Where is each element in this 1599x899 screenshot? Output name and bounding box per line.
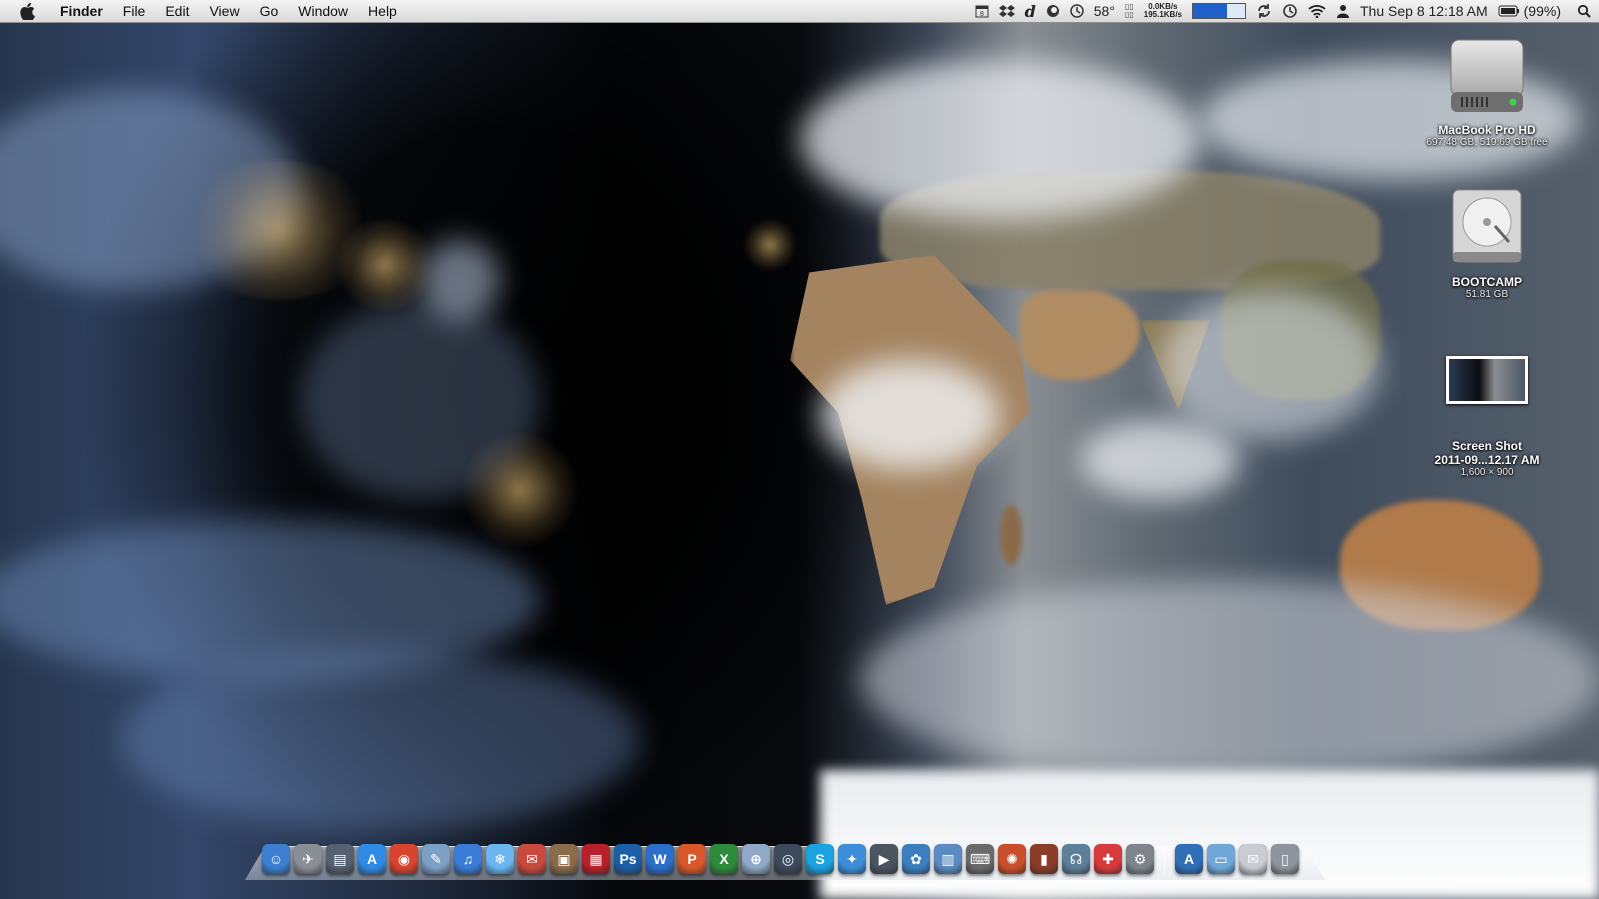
screenshot-thumbnail-icon xyxy=(1446,356,1528,404)
menu-file[interactable]: File xyxy=(113,0,156,22)
battery-status[interactable]: (99%) xyxy=(1498,0,1561,22)
chrome-icon[interactable]: ◉ xyxy=(390,844,418,874)
excel-icon[interactable]: X xyxy=(710,844,738,874)
library-icon[interactable]: ▮ xyxy=(1030,844,1058,874)
safari-icon[interactable]: ⊕ xyxy=(742,844,770,874)
menu-go[interactable]: Go xyxy=(250,0,289,22)
spotlight-search-icon[interactable] xyxy=(1577,0,1591,22)
documents-stack-icon[interactable]: ▭ xyxy=(1207,844,1235,874)
desktop-item-bootcamp[interactable]: BOOTCAMP 51.81 GB xyxy=(1412,186,1562,301)
textwrangler-icon[interactable]: ▥ xyxy=(934,844,962,874)
menu-bar: Finder File Edit View Go Window Help 8 d… xyxy=(0,0,1599,23)
snowflake-icon[interactable]: ❄ xyxy=(486,844,514,874)
twitter-icon[interactable]: ✦ xyxy=(838,844,866,874)
desktop-item-label: MacBook Pro HD xyxy=(1438,123,1536,137)
color-sync-icon[interactable]: ✺ xyxy=(998,844,1026,874)
photo-booth-icon[interactable]: ▦ xyxy=(582,844,610,874)
iphoto-icon[interactable]: ▣ xyxy=(550,844,578,874)
time-machine-icon[interactable] xyxy=(1282,0,1298,22)
desktop-item-info: 1,600 × 900 xyxy=(1460,467,1514,478)
menu-window[interactable]: Window xyxy=(288,0,358,22)
apple-menu-icon[interactable] xyxy=(16,2,38,20)
battery-icon xyxy=(1498,5,1519,17)
dock: ☺ ✈ ▤ A ◉ ✎ ♫ ❄ ✉ ▣ ▦ Ps W P X ⊕ ◎ S ✦ ▶ ✿ ▥ ⌨ ✺ ▮ ☊ ✚ ⚙ A ▭ ✉ ▯ xyxy=(262,838,1299,874)
disk-drive-icon xyxy=(1452,189,1522,263)
desktop-item-info: 697.48 GB, 519.69 GB free xyxy=(1426,137,1548,148)
network-speed-meter[interactable]: 0.0KB/s 195.1KB/s xyxy=(1144,0,1182,22)
itunes-icon[interactable]: ♫ xyxy=(454,844,482,874)
network-download-rate: 195.1KB/s xyxy=(1143,10,1182,19)
trash-icon[interactable]: ▯ xyxy=(1271,844,1299,874)
menu-view[interactable]: View xyxy=(199,0,249,22)
facetime-icon[interactable]: ▶ xyxy=(870,844,898,874)
finder-icon[interactable]: ☺ xyxy=(262,844,290,874)
menu-edit[interactable]: Edit xyxy=(155,0,199,22)
launchpad-icon[interactable]: ✈ xyxy=(294,844,322,874)
svg-text:8: 8 xyxy=(980,11,984,18)
desktop-item-screen-shot[interactable]: Screen Shot 2011-09...12.17 AM 1,600 × 9… xyxy=(1412,354,1562,479)
user-icon[interactable] xyxy=(1336,0,1350,22)
typewriter-icon[interactable]: ⌨ xyxy=(966,844,994,874)
time-machine-icon[interactable]: ◎ xyxy=(774,844,802,874)
clock-menu-icon[interactable] xyxy=(1070,0,1084,22)
menu-clock[interactable]: Thu Sep 8 12:18 AM xyxy=(1360,0,1488,22)
menu-extras: 8 d 58° ▯▯ ▯▯ 0.0KB/s 195.1KB/s Thu Sep … xyxy=(975,0,1591,22)
preview-icon[interactable]: ✎ xyxy=(422,844,450,874)
wifi-icon[interactable] xyxy=(1308,0,1326,22)
dropbox-icon[interactable] xyxy=(998,0,1015,22)
system-preferences-icon[interactable]: ⚙ xyxy=(1126,844,1154,874)
downloads-stack-icon[interactable]: ✉ xyxy=(1239,844,1267,874)
desktop-wallpaper xyxy=(0,0,1599,899)
hard-drive-icon xyxy=(1450,39,1524,112)
menu-help[interactable]: Help xyxy=(358,0,407,22)
app-store-icon[interactable]: A xyxy=(358,844,386,874)
memory-usage-graph[interactable] xyxy=(1192,0,1246,22)
skype-icon[interactable]: S xyxy=(806,844,834,874)
calendar-icon[interactable]: 8 xyxy=(975,0,989,22)
dock-separator xyxy=(1164,844,1165,874)
desktop-item-label: BOOTCAMP xyxy=(1452,275,1522,289)
weather-temperature[interactable]: 58° xyxy=(1094,0,1115,22)
photoshop-icon[interactable]: Ps xyxy=(614,844,642,874)
mail-stamp-icon[interactable]: ✉ xyxy=(518,844,546,874)
powerpoint-icon[interactable]: P xyxy=(678,844,706,874)
growl-icon[interactable] xyxy=(1046,0,1060,22)
crossover-icon[interactable]: ✚ xyxy=(1094,844,1122,874)
desktop-item-info: 51.81 GB xyxy=(1465,289,1509,300)
word-icon[interactable]: W xyxy=(646,844,674,874)
dashboard-icon[interactable]: ▤ xyxy=(326,844,354,874)
desktop-item-label: Screen Shot xyxy=(1451,439,1523,453)
desktop-item-label-date: 2011-09...12.17 AM xyxy=(1434,453,1540,467)
cpu-meter-icon[interactable]: ▯▯ ▯▯ xyxy=(1125,0,1134,22)
owl-icon[interactable]: ☊ xyxy=(1062,844,1090,874)
app-menu-finder[interactable]: Finder xyxy=(50,0,113,22)
sync-icon[interactable] xyxy=(1256,0,1272,22)
desktop-item-macbook-pro-hd[interactable]: MacBook Pro HD 697.48 GB, 519.69 GB free xyxy=(1412,34,1562,149)
pinwheel-icon[interactable]: ✿ xyxy=(902,844,930,874)
dictionary-d-icon[interactable]: d xyxy=(1025,0,1036,22)
battery-percentage: (99%) xyxy=(1523,3,1561,19)
applications-stack-icon[interactable]: A xyxy=(1175,844,1203,874)
